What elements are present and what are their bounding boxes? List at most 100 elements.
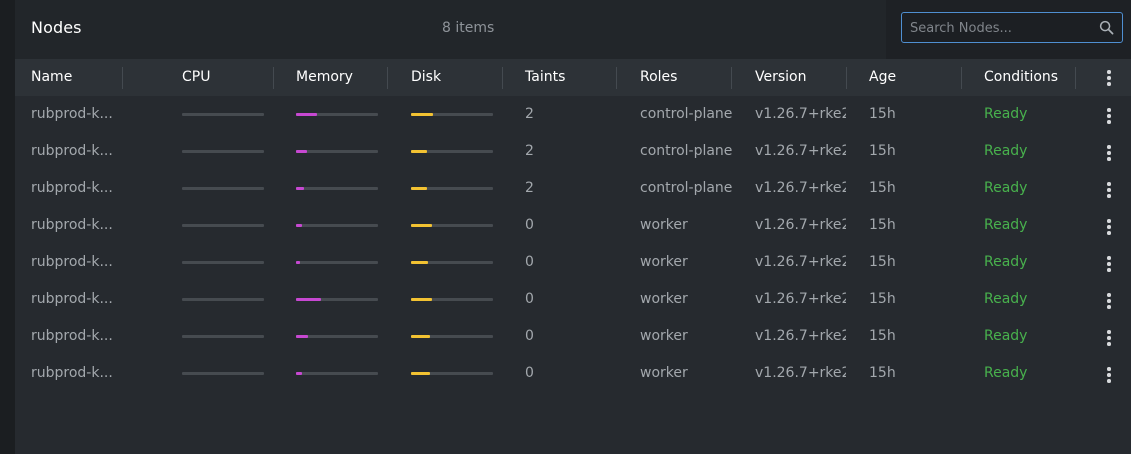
memory-usage-fill xyxy=(296,224,302,227)
roles-value: worker xyxy=(640,328,688,344)
node-name-link[interactable]: rubprod-k... xyxy=(31,207,121,244)
disk-usage-fill xyxy=(411,150,427,153)
search-box[interactable] xyxy=(901,12,1123,43)
search-icon[interactable] xyxy=(1099,20,1114,35)
disk-usage-fill xyxy=(411,113,434,116)
version-value: v1.26.7+rke2r xyxy=(755,365,846,381)
age-value: 15h xyxy=(869,291,896,307)
disk-usage-fill xyxy=(411,298,432,301)
disk-usage-fill xyxy=(411,261,429,264)
condition-status: Ready xyxy=(984,106,1028,122)
roles-value: worker xyxy=(640,254,688,270)
roles-value: control-plane, xyxy=(640,180,732,196)
memory-usage-fill xyxy=(296,113,317,116)
version-value: v1.26.7+rke2r xyxy=(755,180,846,196)
age-value: 15h xyxy=(869,328,896,344)
row-actions-icon[interactable] xyxy=(1107,256,1111,272)
column-divider[interactable] xyxy=(387,67,388,89)
table-row[interactable]: rubprod-k... 0 worker v1.26.7+rke2r 15h Ready xyxy=(15,281,1131,318)
cpu-usage-bar xyxy=(182,298,264,301)
version-value: v1.26.7+rke2r xyxy=(755,328,846,344)
column-divider[interactable] xyxy=(616,67,617,89)
disk-usage-fill xyxy=(411,187,427,190)
taints-count: 2 xyxy=(525,180,534,196)
column-divider[interactable] xyxy=(502,67,503,89)
column-header-disk[interactable]: Disk xyxy=(411,59,441,96)
memory-usage-fill xyxy=(296,298,321,301)
column-divider[interactable] xyxy=(846,67,847,89)
column-header-taints[interactable]: Taints xyxy=(525,59,565,96)
roles-value: worker xyxy=(640,365,688,381)
cpu-usage-bar xyxy=(182,261,264,264)
column-header-age[interactable]: Age xyxy=(869,59,896,96)
column-header-roles[interactable]: Roles xyxy=(640,59,677,96)
column-divider[interactable] xyxy=(273,67,274,89)
disk-usage-bar xyxy=(411,224,493,227)
node-name-link[interactable]: rubprod-k... xyxy=(31,281,121,318)
node-name-link[interactable]: rubprod-k... xyxy=(31,96,121,133)
row-actions-icon[interactable] xyxy=(1107,145,1111,161)
taints-count: 0 xyxy=(525,328,534,344)
roles-value: worker xyxy=(640,291,688,307)
node-name-link[interactable]: rubprod-k... xyxy=(31,355,121,392)
memory-usage-fill xyxy=(296,372,302,375)
column-divider[interactable] xyxy=(122,67,123,89)
column-divider[interactable] xyxy=(1075,67,1076,89)
row-actions-icon[interactable] xyxy=(1107,182,1111,198)
table-row[interactable]: rubprod-k... 0 worker v1.26.7+rke2r 15h Ready xyxy=(15,318,1131,355)
cpu-usage-bar xyxy=(182,224,264,227)
node-name-link[interactable]: rubprod-k... xyxy=(31,133,121,170)
memory-usage-fill xyxy=(296,261,301,264)
memory-usage-bar xyxy=(296,187,378,190)
nodes-panel: Nodes 8 items Name CPU Memory Disk Taint… xyxy=(15,0,1131,454)
table-row[interactable]: rubprod-k... 0 worker v1.26.7+rke2r 15h Ready xyxy=(15,355,1131,392)
roles-value: worker xyxy=(640,217,688,233)
row-actions-icon[interactable] xyxy=(1107,219,1111,235)
roles-value: control-plane, xyxy=(640,106,732,122)
age-value: 15h xyxy=(869,106,896,122)
column-divider[interactable] xyxy=(731,67,732,89)
condition-status: Ready xyxy=(984,328,1028,344)
age-value: 15h xyxy=(869,143,896,159)
column-header-conditions[interactable]: Conditions xyxy=(984,59,1058,96)
cpu-usage-bar xyxy=(182,113,264,116)
row-actions-icon[interactable] xyxy=(1107,293,1111,309)
row-actions-icon[interactable] xyxy=(1107,108,1111,124)
disk-usage-bar xyxy=(411,372,493,375)
table-row[interactable]: rubprod-k... 2 control-plane, v1.26.7+rke2r… xyxy=(15,133,1131,170)
table-row[interactable]: rubprod-k... 2 control-plane, v1.26.7+rke2r… xyxy=(15,96,1131,133)
column-header-cpu[interactable]: CPU xyxy=(182,59,210,96)
table-row[interactable]: rubprod-k... 0 worker v1.26.7+rke2r 15h Ready xyxy=(15,207,1131,244)
column-header-name[interactable]: Name xyxy=(31,59,72,96)
table-row[interactable]: rubprod-k... 2 control-plane, v1.26.7+rke2r… xyxy=(15,170,1131,207)
memory-usage-bar xyxy=(296,224,378,227)
memory-usage-bar xyxy=(296,372,378,375)
node-name-link[interactable]: rubprod-k... xyxy=(31,318,121,355)
table-row[interactable]: rubprod-k... 0 worker v1.26.7+rke2r 15h Ready xyxy=(15,244,1131,281)
age-value: 15h xyxy=(869,180,896,196)
row-actions-icon[interactable] xyxy=(1107,330,1111,346)
memory-usage-bar xyxy=(296,113,378,116)
left-gutter xyxy=(0,0,15,454)
column-header-memory[interactable]: Memory xyxy=(296,59,353,96)
taints-count: 2 xyxy=(525,143,534,159)
version-value: v1.26.7+rke2r xyxy=(755,106,846,122)
column-header-version[interactable]: Version xyxy=(755,59,806,96)
taints-count: 0 xyxy=(525,254,534,270)
memory-usage-fill xyxy=(296,187,305,190)
memory-usage-fill xyxy=(296,335,309,338)
cpu-usage-bar xyxy=(182,335,264,338)
search-input[interactable] xyxy=(910,18,1092,38)
version-value: v1.26.7+rke2r xyxy=(755,217,846,233)
node-name-link[interactable]: rubprod-k... xyxy=(31,244,121,281)
age-value: 15h xyxy=(869,217,896,233)
memory-usage-bar xyxy=(296,335,378,338)
disk-usage-bar xyxy=(411,335,493,338)
row-actions-icon[interactable] xyxy=(1107,367,1111,383)
roles-value: control-plane, xyxy=(640,143,732,159)
column-options-icon[interactable] xyxy=(1107,70,1111,86)
node-name-link[interactable]: rubprod-k... xyxy=(31,170,121,207)
version-value: v1.26.7+rke2r xyxy=(755,143,846,159)
column-divider[interactable] xyxy=(961,67,962,89)
condition-status: Ready xyxy=(984,217,1028,233)
